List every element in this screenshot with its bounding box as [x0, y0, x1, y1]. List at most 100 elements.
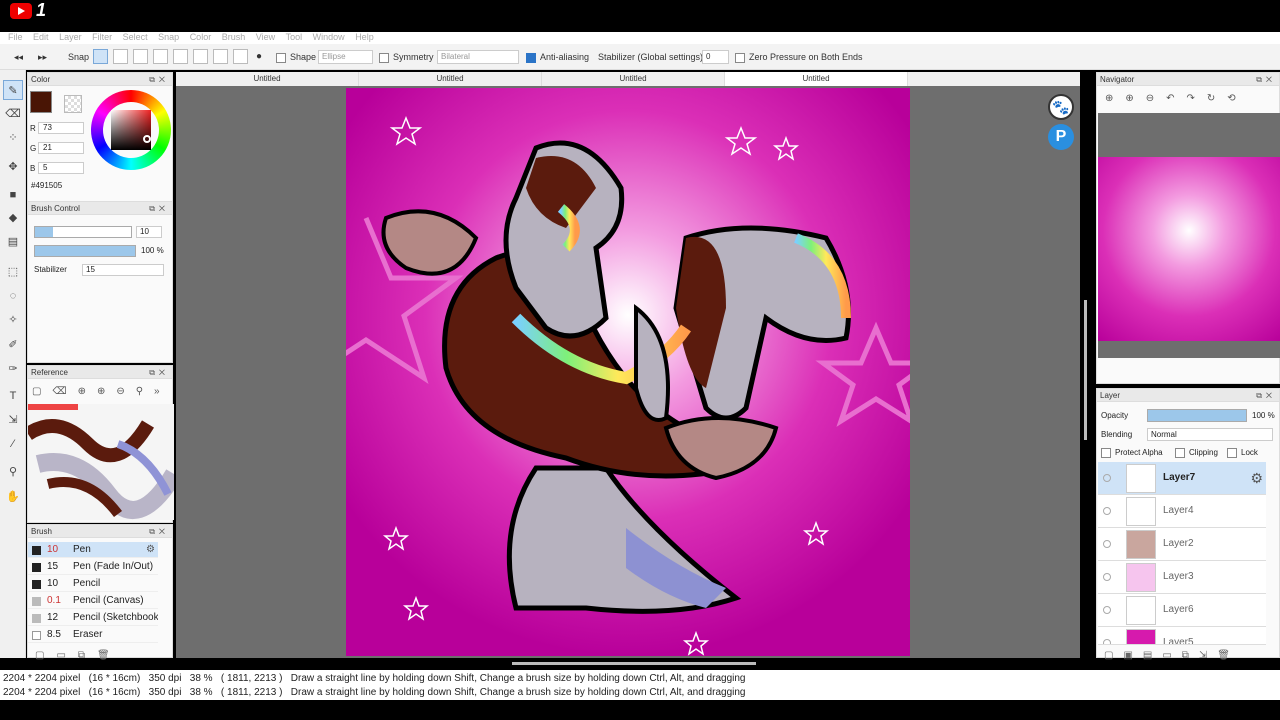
antialiasing-toggle[interactable]: Anti-aliasing	[526, 49, 589, 65]
visibility-icon[interactable]	[1103, 540, 1111, 548]
lock-checkbox[interactable]	[1227, 448, 1237, 458]
brush-item-pencil-sketchbook[interactable]: 12 Pencil (Sketchbook)	[28, 610, 158, 626]
panel-buttons[interactable]: ⧉✕	[149, 202, 169, 215]
layer-row-layer3[interactable]: Layer3	[1098, 561, 1266, 594]
divide-tool-icon[interactable]: ⁄	[3, 434, 23, 454]
clipping-checkbox[interactable]	[1175, 448, 1185, 458]
select-eraser-icon[interactable]: ✑	[3, 359, 23, 379]
stabilizer-select[interactable]: 15	[82, 264, 164, 276]
artwork-canvas[interactable]	[306, 88, 937, 656]
navigator-thumbnail[interactable]	[1098, 157, 1280, 341]
snap-settings-icon[interactable]	[233, 49, 248, 64]
menu-view[interactable]: View	[256, 33, 275, 42]
dot-tool-icon[interactable]: ⁘	[3, 128, 23, 148]
lock-toggle[interactable]: Lock	[1227, 448, 1258, 458]
menu-window[interactable]: Window	[313, 33, 345, 42]
tab-untitled-1[interactable]: Untitled	[176, 72, 359, 86]
stabilizer-select[interactable]: 0	[702, 50, 729, 64]
avatar-icon[interactable]: 🐾	[1048, 94, 1074, 120]
select-pen-icon[interactable]: ✐	[3, 335, 23, 355]
menu-edit[interactable]: Edit	[33, 33, 49, 42]
shape-select[interactable]: Ellipse	[318, 50, 373, 64]
brush-size-input[interactable]: 10	[136, 226, 162, 238]
brush-item-pen[interactable]: 10 Pen ⚙	[28, 542, 158, 558]
brush-item-pencil-canvas[interactable]: 0.1 Pencil (Canvas)	[28, 593, 158, 609]
transparent-swatch[interactable]	[64, 95, 82, 113]
blending-select[interactable]: Normal	[1147, 428, 1273, 441]
magic-wand-icon[interactable]: ✧	[3, 310, 23, 330]
tab-untitled-4[interactable]: Untitled	[725, 72, 908, 86]
brush-size-slider[interactable]	[34, 226, 132, 238]
menu-file[interactable]: File	[8, 33, 23, 42]
visibility-icon[interactable]	[1103, 507, 1111, 515]
eraser-tool-icon[interactable]: ⌫	[3, 104, 23, 124]
b-input[interactable]: 5	[38, 162, 84, 174]
navigator-view[interactable]	[1098, 113, 1280, 358]
bucket-tool-icon[interactable]: ◆	[3, 208, 23, 228]
brush-item-pen-fade[interactable]: 15 Pen (Fade In/Out)	[28, 559, 158, 575]
zero-pressure-toggle[interactable]: Zero Pressure on Both Ends	[735, 49, 863, 65]
protect-alpha-toggle[interactable]: Protect Alpha	[1101, 448, 1163, 458]
visibility-icon[interactable]	[1103, 573, 1111, 581]
layer-row-layer5[interactable]: Layer5	[1098, 627, 1266, 645]
eyedropper-icon[interactable]: ⚲	[3, 462, 23, 482]
menu-tool[interactable]: Tool	[286, 33, 303, 42]
pixiv-icon[interactable]: P	[1048, 124, 1074, 150]
g-input[interactable]: 21	[38, 142, 84, 154]
snap-circle-icon[interactable]	[193, 49, 208, 64]
prev-arrow-icon[interactable]: ◂◂	[14, 49, 23, 65]
next-arrow-icon[interactable]: ▸▸	[38, 49, 47, 65]
menu-color[interactable]: Color	[190, 33, 212, 42]
symmetry-toggle[interactable]: Symmetry	[379, 49, 434, 65]
dot-icon[interactable]: ●	[256, 49, 262, 65]
layer-panel-actions[interactable]: ▢▣▤▭⧉⇲🗑	[1104, 650, 1240, 661]
panel-buttons[interactable]: ⧉✕	[1256, 389, 1276, 402]
pen-tool-icon[interactable]: ✎	[3, 80, 23, 100]
operation-tool-icon[interactable]: ⇲	[3, 410, 23, 430]
color-wheel[interactable]	[91, 90, 171, 170]
gear-icon[interactable]: ⚙	[1250, 470, 1263, 487]
navigator-toolbar[interactable]: ⊕⊕⊖↶↷↻⟲	[1105, 93, 1248, 104]
color-square[interactable]	[111, 110, 151, 150]
color-cursor[interactable]	[143, 135, 151, 143]
panel-buttons[interactable]: ⧉✕	[149, 366, 169, 379]
menu-layer[interactable]: Layer	[59, 33, 82, 42]
text-tool-icon[interactable]: T	[3, 386, 23, 406]
gear-icon[interactable]: ⚙	[146, 542, 155, 558]
select-tool-icon[interactable]: ⬚	[3, 262, 23, 282]
reference-toolbar[interactable]: ▢⌫⊕⊕⊖⚲»	[32, 386, 171, 397]
r-input[interactable]: 73	[38, 122, 84, 134]
panel-buttons[interactable]: ⧉✕	[1256, 73, 1276, 86]
canvas-scrollbar-horizontal[interactable]	[512, 662, 756, 665]
layer-row-layer6[interactable]: Layer6	[1098, 594, 1266, 627]
main-color-swatch[interactable]	[30, 91, 52, 113]
reference-image[interactable]	[28, 404, 174, 520]
menu-snap[interactable]: Snap	[158, 33, 179, 42]
snap-off-icon[interactable]	[93, 49, 108, 64]
tab-untitled-3[interactable]: Untitled	[542, 72, 725, 86]
fill-rect-icon[interactable]: ■	[3, 185, 23, 205]
shape-checkbox[interactable]	[276, 52, 286, 63]
visibility-icon[interactable]	[1103, 474, 1111, 482]
snap-vanishing-icon[interactable]	[173, 49, 188, 64]
brush-opacity-slider[interactable]	[34, 245, 136, 257]
hand-tool-icon[interactable]: ✋	[3, 487, 23, 507]
snap-parallel-icon[interactable]	[113, 49, 128, 64]
brush-item-eraser[interactable]: 8.5 Eraser	[28, 627, 158, 643]
symmetry-select[interactable]: Bilateral	[437, 50, 519, 64]
visibility-icon[interactable]	[1103, 606, 1111, 614]
layer-row-layer2[interactable]: Layer2	[1098, 528, 1266, 561]
lasso-tool-icon[interactable]: ◌	[3, 286, 23, 306]
layer-row-layer4[interactable]: Layer4	[1098, 495, 1266, 528]
opacity-slider[interactable]	[1147, 409, 1247, 422]
menu-help[interactable]: Help	[355, 33, 374, 42]
clipping-toggle[interactable]: Clipping	[1175, 448, 1218, 458]
panel-buttons[interactable]: ⧉✕	[149, 73, 169, 86]
layer-row-layer7[interactable]: Layer7 ⚙	[1098, 462, 1266, 495]
zero-pressure-checkbox[interactable]	[735, 52, 745, 63]
snap-crisscross-icon[interactable]	[153, 49, 168, 64]
move-tool-icon[interactable]: ✥	[3, 157, 23, 177]
menu-select[interactable]: Select	[123, 33, 148, 42]
shape-toggle[interactable]: Shape	[276, 49, 316, 65]
brush-item-pencil[interactable]: 10 Pencil	[28, 576, 158, 592]
